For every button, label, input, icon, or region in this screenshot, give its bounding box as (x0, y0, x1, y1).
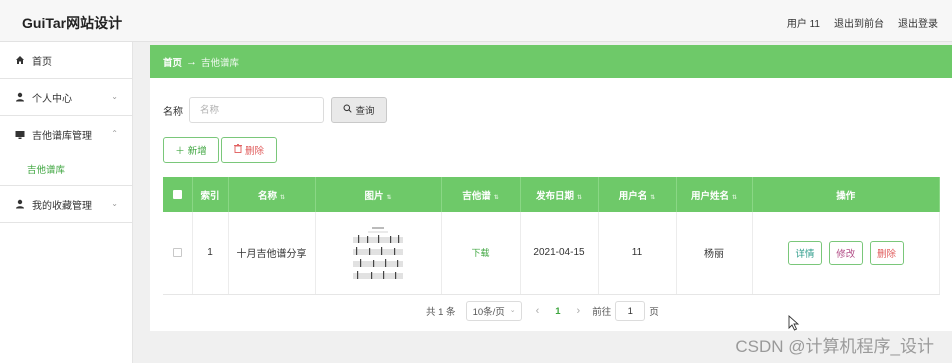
pagination-total: 共 1 条 (426, 307, 456, 318)
breadcrumb-current: 吉他谱库 (201, 57, 240, 69)
page-size-select[interactable]: 10条/页 ⌄ (465, 301, 522, 321)
goto-label: 前往 (592, 307, 612, 318)
cell-image (315, 212, 442, 295)
top-bar: GuiTar网站设计 用户 11 退出到前台 退出登录 (0, 0, 952, 42)
main-panel: 首页 → 吉他谱库 名称 查询 ＋ 新增 删除 索引 (150, 45, 952, 331)
select-all-cell (163, 177, 193, 212)
sidebar-item-label: 个人中心 (32, 93, 72, 105)
search-button-label: 查询 (355, 106, 375, 117)
app-title: GuiTar网站设计 (22, 15, 123, 31)
prev-page-icon[interactable]: ‹ (536, 305, 540, 317)
sidebar-item-label: 吉他谱库管理 (32, 131, 92, 142)
back-to-front-link[interactable]: 退出到前台 (834, 15, 884, 30)
sort-icon: ⇅ (279, 194, 286, 201)
sort-icon: ⇅ (650, 194, 656, 201)
edit-button[interactable]: 修改 (828, 240, 863, 265)
sidebar-subitem-guitar-tab-library[interactable]: 吉他谱库 (0, 153, 132, 186)
column-header-tab[interactable]: 吉他谱 ⇅ (441, 177, 521, 212)
cell-date: 2021-04-15 (520, 212, 599, 295)
cell-index: 1 (192, 212, 229, 295)
breadcrumb-home[interactable]: 首页 (163, 55, 182, 69)
home-icon (14, 55, 26, 65)
cell-tab-file: 下载 (441, 212, 521, 295)
sidebar-item-label: 首页 (32, 56, 52, 68)
next-page-icon[interactable]: › (577, 305, 581, 317)
row-checkbox[interactable] (172, 248, 182, 258)
cell-actions: 详情 修改 删除 (752, 212, 940, 295)
data-table: 索引 名称 ⇅ 图片 ⇅ 吉他谱 ⇅ 发布日期 ⇅ 用户名 ⇅ 用户姓名 ⇅ 操作 1 十月… (163, 177, 940, 295)
sidebar-item-label: 我的收藏管理 (32, 200, 92, 212)
table-header-row: 索引 名称 ⇅ 图片 ⇅ 吉他谱 ⇅ 发布日期 ⇅ 用户名 ⇅ 用户姓名 ⇅ 操作 (163, 177, 940, 212)
add-button-label: 新增 (187, 146, 207, 157)
sort-icon: ⇅ (731, 194, 738, 201)
row-select-cell (163, 212, 193, 295)
chevron-down-icon: ⌄ (111, 92, 118, 101)
cell-username: 11 (598, 212, 677, 295)
search-label: 名称 (163, 106, 183, 118)
mouse-cursor-icon (788, 315, 800, 331)
user-icon (14, 92, 26, 102)
current-user-label[interactable]: 用户 11 (787, 15, 820, 30)
download-link[interactable]: 下载 (471, 248, 489, 258)
monitor-icon (14, 130, 26, 140)
breadcrumb: 首页 → 吉他谱库 (150, 45, 952, 78)
sidebar-item-personal-center[interactable]: 个人中心 ⌄ (0, 79, 132, 116)
search-row: 名称 查询 (163, 97, 387, 123)
column-header-realname[interactable]: 用户姓名 ⇅ (676, 177, 753, 212)
goto-suffix: 页 (649, 307, 659, 318)
search-button[interactable]: 查询 (331, 97, 387, 123)
breadcrumb-arrow-icon: → (186, 55, 198, 68)
sort-icon: ⇅ (493, 194, 499, 201)
sheet-music-thumbnail[interactable] (350, 223, 406, 282)
page-size-value: 10条/页 (472, 307, 505, 318)
column-header-index[interactable]: 索引 (192, 177, 229, 212)
sidebar: 首页 个人中心 ⌄ 吉他谱库管理 ⌃ 吉他谱库 我的收藏管理 ⌄ (0, 42, 133, 363)
trash-icon (233, 144, 242, 156)
column-header-username[interactable]: 用户名 ⇅ (598, 177, 677, 212)
batch-delete-button-label: 删除 (244, 146, 264, 157)
column-header-actions: 操作 (752, 177, 940, 212)
detail-button[interactable]: 详情 (787, 240, 822, 265)
sidebar-item-guitar-tab-management[interactable]: 吉他谱库管理 ⌃ (0, 116, 132, 153)
sort-icon: ⇅ (386, 194, 392, 201)
goto-page-input[interactable] (615, 301, 646, 321)
cell-realname: 杨丽 (676, 212, 753, 295)
search-input[interactable] (189, 97, 324, 123)
action-row: ＋ 新增 删除 (163, 137, 277, 163)
page-number-current[interactable]: 1 (555, 306, 560, 317)
delete-button[interactable]: 删除 (869, 240, 904, 265)
pagination: 共 1 条 10条/页 ⌄ ‹ 1 › 前往 页 (426, 301, 659, 321)
sidebar-item-favorites-management[interactable]: 我的收藏管理 ⌄ (0, 186, 132, 223)
column-header-date[interactable]: 发布日期 ⇅ (520, 177, 599, 212)
sidebar-item-home[interactable]: 首页 (0, 42, 132, 79)
watermark: CSDN @计算机程序_设计 (735, 337, 934, 356)
plus-icon: ＋ (175, 146, 185, 157)
search-icon (343, 104, 353, 116)
logout-link[interactable]: 退出登录 (898, 15, 938, 30)
column-header-name[interactable]: 名称 ⇅ (228, 177, 316, 212)
column-header-image[interactable]: 图片 ⇅ (315, 177, 442, 212)
batch-delete-button[interactable]: 删除 (221, 137, 277, 163)
chevron-up-icon: ⌃ (111, 129, 118, 138)
select-all-checkbox[interactable] (172, 189, 182, 199)
cell-name: 十月吉他谱分享 (228, 212, 316, 295)
sort-icon: ⇅ (576, 194, 583, 201)
chevron-down-icon: ⌄ (111, 199, 118, 208)
chevron-down-icon: ⌄ (509, 307, 516, 314)
user-icon (14, 199, 26, 209)
top-links: 用户 11 退出到前台 退出登录 (787, 15, 938, 30)
table-row: 1 十月吉他谱分享 下载 2021-04-15 11 杨丽 详情 修改 删除 (163, 212, 940, 295)
add-button[interactable]: ＋ 新增 (163, 137, 219, 163)
